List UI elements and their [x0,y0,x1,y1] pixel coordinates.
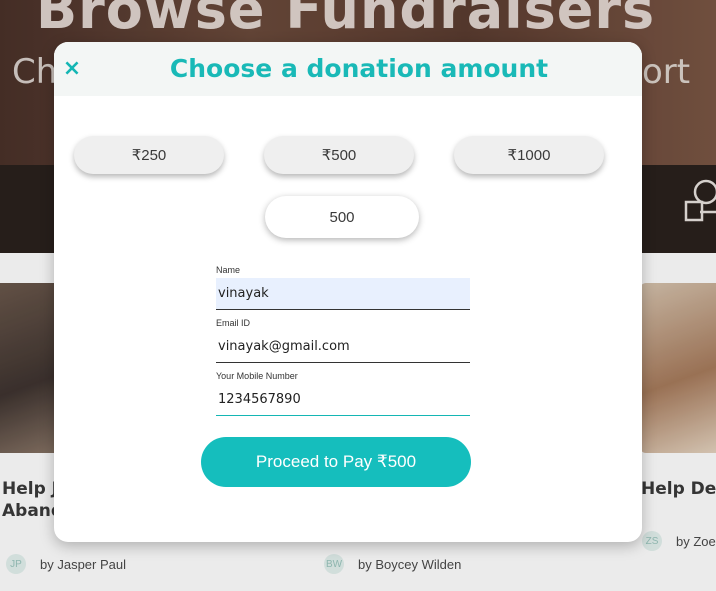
donation-modal: × Choose a donation amount ₹250 ₹500 ₹10… [54,42,642,542]
name-label: Name [216,265,241,275]
proceed-to-pay-button[interactable]: Proceed to Pay ₹500 [201,437,471,487]
email-field[interactable] [216,331,470,363]
mobile-field[interactable] [216,384,470,416]
modal-header: × Choose a donation amount [54,42,642,96]
name-field[interactable] [216,278,470,310]
amount-option-1000[interactable]: ₹1000 [454,136,604,174]
custom-amount-input[interactable] [265,196,419,238]
email-label: Email ID [216,318,251,328]
amount-option-250[interactable]: ₹250 [74,136,224,174]
amount-option-500[interactable]: ₹500 [264,136,414,174]
modal-title: Choose a donation amount [169,54,549,83]
mobile-label: Your Mobile Number [216,371,298,381]
